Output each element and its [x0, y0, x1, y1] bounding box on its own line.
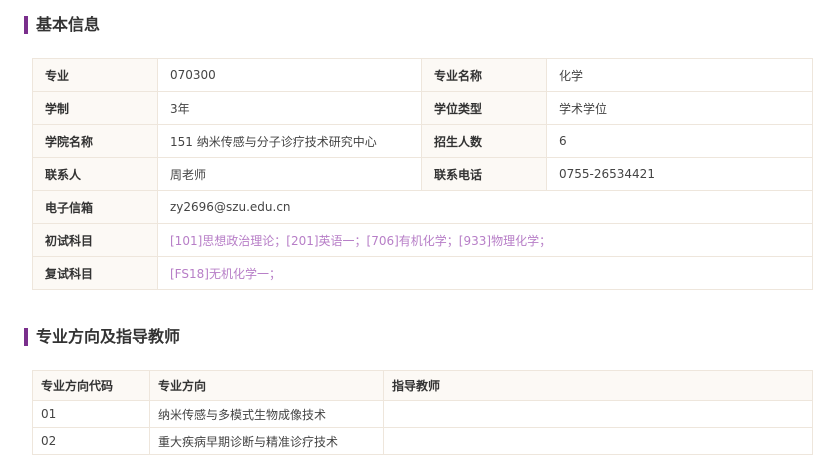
value-phone: 0755-26534421	[546, 157, 813, 191]
directions-table: 专业方向代码 专业方向 指导教师 01 纳米传感与多模式生物成像技术 02 重大…	[32, 370, 813, 455]
table-row: 联系人 周老师 联系电话 0755-26534421	[32, 157, 813, 191]
table-row: 专业 070300 专业名称 化学	[32, 58, 813, 92]
label-college: 学院名称	[32, 124, 158, 158]
label-duration: 学制	[32, 91, 158, 125]
label-degree-type: 学位类型	[421, 91, 547, 125]
value-degree-type: 学术学位	[546, 91, 813, 125]
table-row: 电子信箱 zy2696@szu.edu.cn	[32, 190, 813, 224]
value-major-name: 化学	[546, 58, 813, 92]
table-row: 学制 3年 学位类型 学术学位	[32, 91, 813, 125]
value-email: zy2696@szu.edu.cn	[157, 190, 813, 224]
value-enroll: 6	[546, 124, 813, 158]
header-direction-name: 专业方向	[149, 370, 384, 401]
section-title-basic-info: 基本信息	[24, 16, 100, 34]
direction-code: 02	[32, 427, 150, 455]
label-major: 专业	[32, 58, 158, 92]
label-email: 电子信箱	[32, 190, 158, 224]
direction-advisor	[383, 427, 813, 455]
direction-name: 纳米传感与多模式生物成像技术	[149, 400, 384, 428]
header-advisor: 指导教师	[383, 370, 813, 401]
value-duration: 3年	[157, 91, 422, 125]
direction-name: 重大疾病早期诊断与精准诊疗技术	[149, 427, 384, 455]
label-enroll: 招生人数	[421, 124, 547, 158]
label-major-name: 专业名称	[421, 58, 547, 92]
direction-code: 01	[32, 400, 150, 428]
table-header-row: 专业方向代码 专业方向 指导教师	[32, 370, 813, 401]
retest-subjects-link[interactable]: [FS18]无机化学一；	[157, 256, 813, 290]
table-row: 复试科目 [FS18]无机化学一；	[32, 256, 813, 290]
table-row: 02 重大疾病早期诊断与精准诊疗技术	[32, 427, 813, 455]
section-title-directions: 专业方向及指导教师	[24, 328, 180, 346]
header-direction-code: 专业方向代码	[32, 370, 150, 401]
table-row: 学院名称 151 纳米传感与分子诊疗技术研究中心 招生人数 6	[32, 124, 813, 158]
value-major: 070300	[157, 58, 422, 92]
label-first-exam: 初试科目	[32, 223, 158, 257]
value-college: 151 纳米传感与分子诊疗技术研究中心	[157, 124, 422, 158]
label-retest: 复试科目	[32, 256, 158, 290]
first-exam-subjects-link[interactable]: [101]思想政治理论；[201]英语一；[706]有机化学；[933]物理化学…	[157, 223, 813, 257]
basic-info-table: 专业 070300 专业名称 化学 学制 3年 学位类型 学术学位 学院名称 1…	[32, 58, 813, 290]
label-contact: 联系人	[32, 157, 158, 191]
direction-advisor	[383, 400, 813, 428]
table-row: 初试科目 [101]思想政治理论；[201]英语一；[706]有机化学；[933…	[32, 223, 813, 257]
label-phone: 联系电话	[421, 157, 547, 191]
table-row: 01 纳米传感与多模式生物成像技术	[32, 400, 813, 428]
value-contact: 周老师	[157, 157, 422, 191]
